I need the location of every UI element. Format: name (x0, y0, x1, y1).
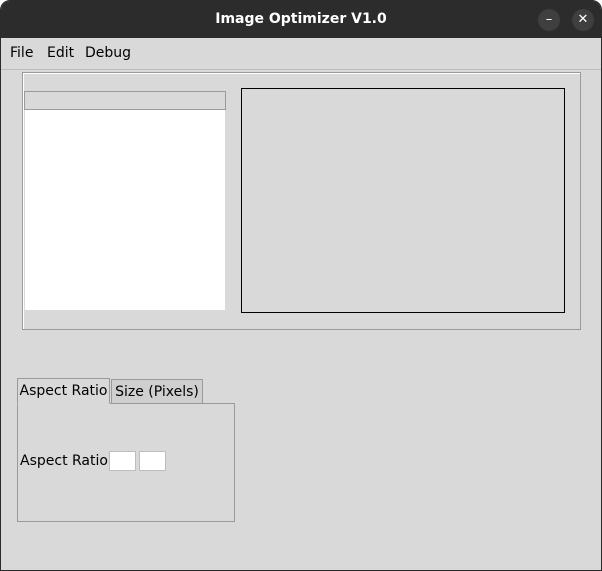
menu-edit[interactable]: Edit (47, 38, 74, 69)
minimize-button[interactable]: – (538, 9, 560, 31)
aspect-ratio-width-input[interactable] (109, 451, 136, 471)
menu-bar: File Edit Debug (1, 38, 601, 70)
close-button[interactable]: ✕ (572, 9, 594, 31)
menu-file[interactable]: File (10, 38, 33, 69)
window-title: Image Optimizer V1.0 (215, 11, 387, 27)
close-icon: ✕ (577, 12, 589, 27)
minimize-icon: – (545, 12, 553, 27)
title-bar[interactable]: Image Optimizer V1.0 – ✕ (1, 1, 601, 38)
image-preview-canvas[interactable] (241, 88, 565, 313)
tab-aspect-ratio[interactable]: Aspect Ratio (17, 378, 110, 404)
aspect-ratio-label: Aspect Ratio: (20, 453, 113, 469)
menu-debug[interactable]: Debug (85, 38, 131, 69)
aspect-ratio-height-input[interactable] (139, 451, 166, 471)
tab-size-pixels[interactable]: Size (Pixels) (111, 379, 203, 403)
image-list-header[interactable] (24, 91, 226, 110)
app-window: Image Optimizer V1.0 – ✕ File Edit Debug… (0, 0, 602, 571)
image-listbox[interactable] (25, 110, 225, 310)
